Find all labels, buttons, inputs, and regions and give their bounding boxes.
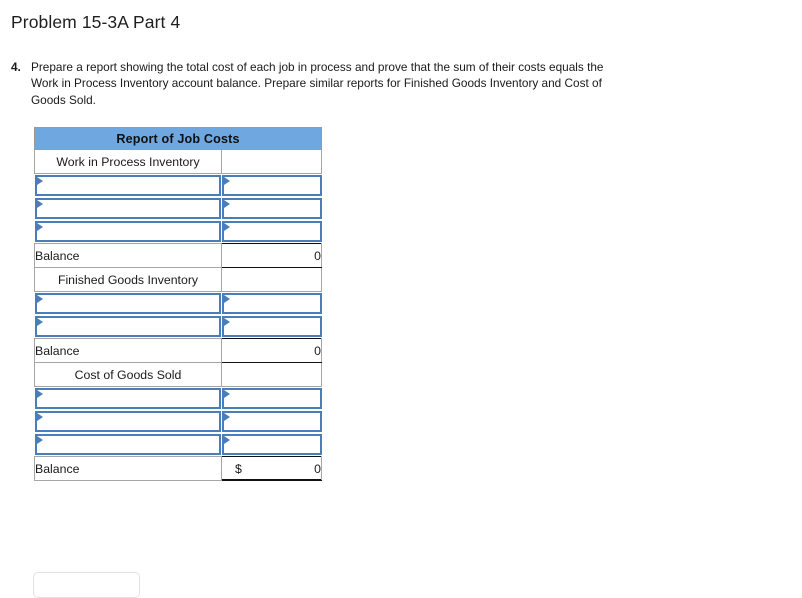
balance-label: Balance bbox=[34, 456, 222, 481]
balance-row: Balance $0 bbox=[34, 456, 323, 481]
instruction-text: Prepare a report showing the total cost … bbox=[31, 60, 604, 107]
entry-row bbox=[34, 433, 322, 457]
amount-input-cell[interactable] bbox=[221, 292, 322, 316]
account-name-input-cell[interactable] bbox=[34, 292, 222, 316]
caret-right-icon bbox=[36, 413, 43, 421]
caret-right-icon bbox=[223, 318, 230, 326]
caret-right-icon bbox=[223, 436, 230, 444]
amount-input[interactable] bbox=[221, 293, 322, 314]
amount-input-cell[interactable] bbox=[221, 410, 322, 433]
account-name-input[interactable] bbox=[34, 411, 221, 432]
amount-input-cell[interactable] bbox=[221, 174, 322, 198]
caret-right-icon bbox=[36, 436, 43, 444]
currency-symbol: $ bbox=[235, 461, 242, 476]
amount-input[interactable] bbox=[221, 221, 322, 242]
account-name-input-cell[interactable] bbox=[34, 220, 222, 244]
amount-input[interactable] bbox=[221, 434, 322, 455]
entry-row bbox=[34, 387, 322, 411]
caret-right-icon bbox=[36, 177, 43, 185]
balance-amount: 0 bbox=[314, 343, 322, 358]
balance-value: 0 bbox=[220, 338, 323, 363]
amount-input-cell[interactable] bbox=[221, 220, 322, 244]
balance-label: Balance bbox=[34, 243, 222, 268]
bottom-action-button[interactable] bbox=[33, 572, 140, 598]
account-name-input-cell[interactable] bbox=[34, 315, 222, 339]
account-name-input[interactable] bbox=[34, 388, 221, 409]
account-name-input-cell[interactable] bbox=[34, 387, 222, 411]
instruction-block: 4. Prepare a report showing the total co… bbox=[11, 59, 631, 108]
caret-right-icon bbox=[36, 295, 43, 303]
entry-row bbox=[34, 315, 322, 339]
account-name-input[interactable] bbox=[34, 175, 221, 196]
entry-row bbox=[34, 197, 322, 220]
section-title-row: Finished Goods Inventory bbox=[34, 267, 323, 292]
entry-row bbox=[34, 410, 322, 433]
amount-input[interactable] bbox=[221, 198, 322, 219]
amount-input-cell[interactable] bbox=[221, 197, 322, 220]
account-name-input[interactable] bbox=[34, 316, 221, 337]
page-title: Problem 15-3A Part 4 bbox=[11, 12, 181, 32]
caret-right-icon bbox=[223, 295, 230, 303]
caret-right-icon bbox=[223, 390, 230, 398]
entry-row bbox=[34, 174, 322, 198]
account-name-input-cell[interactable] bbox=[34, 410, 222, 433]
amount-input[interactable] bbox=[221, 316, 322, 337]
account-name-input[interactable] bbox=[34, 434, 221, 455]
caret-right-icon bbox=[36, 390, 43, 398]
section-title: Cost of Goods Sold bbox=[34, 362, 222, 387]
report-title: Report of Job Costs bbox=[33, 127, 323, 150]
section-title-value-blank bbox=[220, 362, 323, 387]
amount-input-cell[interactable] bbox=[221, 315, 322, 339]
balance-value: 0 bbox=[220, 243, 323, 268]
caret-right-icon bbox=[223, 413, 230, 421]
instruction-number: 4. bbox=[11, 60, 21, 74]
caret-right-icon bbox=[36, 223, 43, 231]
amount-input-cell[interactable] bbox=[221, 387, 322, 411]
balance-row: Balance 0 bbox=[34, 243, 323, 268]
section-title-row: Work in Process Inventory bbox=[34, 149, 323, 174]
amount-input[interactable] bbox=[221, 175, 322, 196]
section-title-value-blank bbox=[220, 149, 323, 174]
report-of-job-costs-table: Report of Job Costs Work in Process Inve… bbox=[33, 127, 323, 481]
amount-input-cell[interactable] bbox=[221, 433, 322, 457]
caret-right-icon bbox=[223, 223, 230, 231]
section-title: Finished Goods Inventory bbox=[34, 267, 222, 292]
caret-right-icon bbox=[36, 200, 43, 208]
section-title-row: Cost of Goods Sold bbox=[34, 362, 323, 387]
entry-row bbox=[34, 292, 322, 316]
account-name-input[interactable] bbox=[34, 293, 221, 314]
account-name-input-cell[interactable] bbox=[34, 174, 222, 198]
caret-right-icon bbox=[223, 200, 230, 208]
balance-label: Balance bbox=[34, 338, 222, 363]
balance-amount: 0 bbox=[314, 461, 322, 476]
section-title: Work in Process Inventory bbox=[34, 149, 222, 174]
balance-value: $0 bbox=[220, 456, 323, 481]
report-table-body: Work in Process Inventory Balance 0 Finishe… bbox=[34, 149, 323, 481]
balance-amount: 0 bbox=[314, 248, 322, 263]
caret-right-icon bbox=[36, 318, 43, 326]
amount-input[interactable] bbox=[221, 411, 322, 432]
amount-input[interactable] bbox=[221, 388, 322, 409]
balance-row: Balance 0 bbox=[34, 338, 323, 363]
account-name-input[interactable] bbox=[34, 221, 221, 242]
entry-row bbox=[34, 220, 322, 244]
table-header-row: Report of Job Costs bbox=[33, 127, 323, 150]
account-name-input-cell[interactable] bbox=[34, 197, 222, 220]
account-name-input-cell[interactable] bbox=[34, 433, 222, 457]
section-title-value-blank bbox=[220, 267, 323, 292]
caret-right-icon bbox=[223, 177, 230, 185]
account-name-input[interactable] bbox=[34, 198, 221, 219]
